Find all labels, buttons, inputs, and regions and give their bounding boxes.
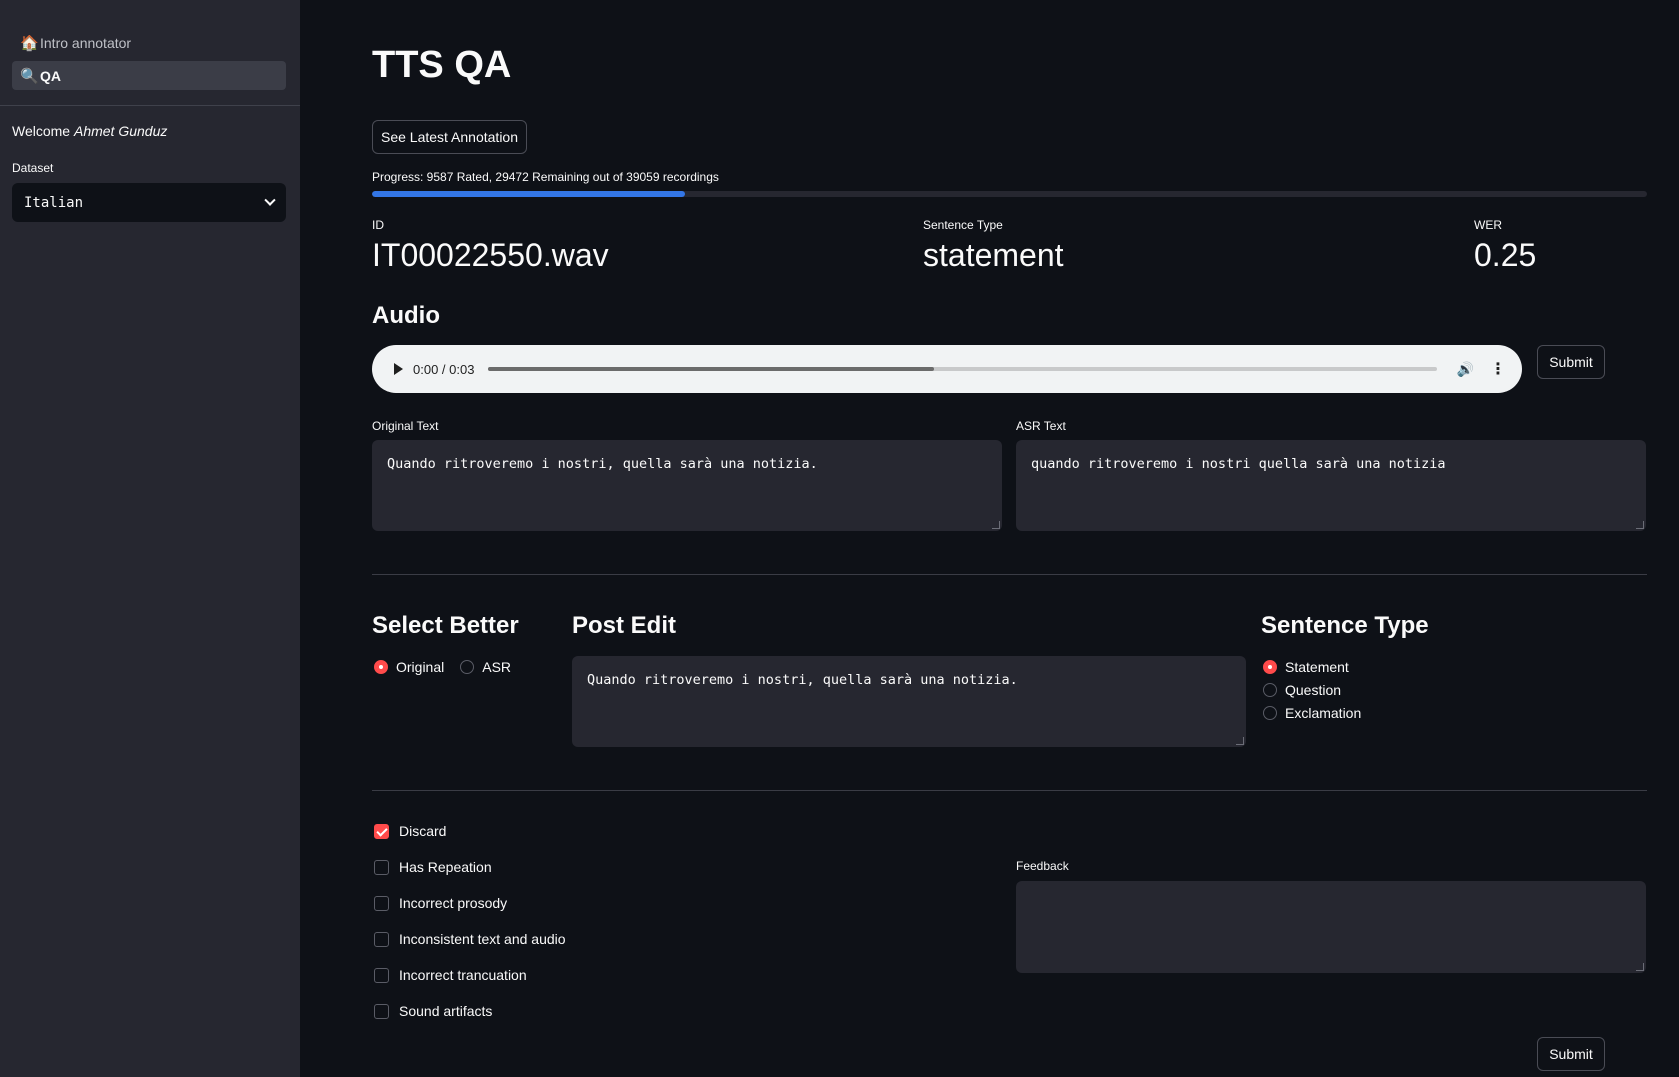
checkbox-has-repeation[interactable]: Has Repeation (374, 859, 492, 875)
radio-label: Question (1285, 682, 1342, 698)
checkbox-incorrect-prosody[interactable]: Incorrect prosody (374, 895, 507, 911)
radio-statement[interactable]: Statement (1263, 659, 1349, 675)
checkbox-indicator (374, 967, 389, 983)
checkbox-indicator (374, 1003, 389, 1019)
radio-indicator (1263, 683, 1277, 697)
play-icon[interactable] (394, 363, 403, 375)
select-better-radio-group: Original ASR (374, 659, 511, 675)
sidebar: 🏠 Intro annotator 🔍 QA Welcome Ahmet Gun… (0, 0, 300, 1077)
post-edit-text-area[interactable]: Quando ritroveremo i nostri, quella sarà… (572, 656, 1246, 747)
checkbox-label: Has Repeation (399, 859, 492, 875)
audio-seek-bar[interactable] (488, 367, 1437, 371)
original-text-label: Original Text (372, 419, 439, 433)
nav-item-label: QA (40, 67, 61, 84)
search-icon: 🔍 (20, 67, 39, 85)
checkbox-label: Inconsistent text and audio (399, 931, 566, 947)
radio-original[interactable]: Original (374, 659, 444, 675)
radio-label: Original (396, 659, 445, 675)
audio-time: 0:00 / 0:03 (413, 361, 475, 377)
id-metric-label: ID (372, 218, 384, 232)
radio-asr[interactable]: ASR (460, 659, 511, 675)
checkbox-inconsistent-text-audio[interactable]: Inconsistent text and audio (374, 931, 566, 947)
original-text-value: Quando ritroveremo i nostri, quella sarà… (387, 456, 818, 472)
select-better-heading: Select Better (372, 612, 519, 639)
resize-handle[interactable] (992, 521, 1000, 529)
radio-label: ASR (482, 659, 512, 675)
checkbox-label: Discard (399, 823, 447, 839)
nav-item-qa[interactable]: 🔍 QA (12, 61, 286, 90)
sidebar-divider (0, 105, 300, 106)
volume-icon[interactable]: 🔊 (1457, 361, 1474, 378)
progress-text: Progress: 9587 Rated, 29472 Remaining ou… (372, 170, 719, 184)
audio-player: 0:00 / 0:03 🔊 ⋮ (372, 345, 1522, 393)
checkbox-label: Incorrect trancuation (399, 967, 527, 983)
post-edit-heading: Post Edit (572, 612, 677, 639)
radio-label: Exclamation (1285, 705, 1362, 721)
divider (372, 790, 1647, 791)
radio-indicator (1263, 660, 1277, 674)
chevron-down-icon (264, 194, 276, 206)
radio-indicator (460, 660, 475, 674)
asr-text-label: ASR Text (1016, 419, 1066, 433)
sentence-type-heading: Sentence Type (1261, 612, 1429, 639)
checkbox-indicator (374, 823, 389, 839)
dataset-value: Italian (24, 194, 84, 211)
user-name: Ahmet Gunduz (73, 123, 168, 139)
checkbox-incorrect-trancuation[interactable]: Incorrect trancuation (374, 967, 527, 983)
see-latest-annotation-button[interactable]: See Latest Annotation (372, 120, 527, 154)
checkbox-label: Sound artifacts (399, 1003, 493, 1019)
radio-label: Statement (1285, 659, 1349, 675)
checkbox-indicator (374, 859, 389, 875)
dataset-label: Dataset (12, 161, 54, 175)
wer-metric-value: 0.25 (1474, 237, 1537, 273)
sentence-type-metric-label: Sentence Type (923, 218, 1003, 232)
more-options-icon[interactable]: ⋮ (1490, 359, 1506, 379)
progress-fill (372, 191, 685, 197)
audio-buffered (488, 367, 935, 371)
page-title: TTS QA (372, 44, 512, 86)
nav-item-label: Intro annotator (40, 34, 132, 51)
submit-button-bottom[interactable]: Submit (1537, 1037, 1605, 1071)
resize-handle[interactable] (1236, 737, 1244, 745)
radio-question[interactable]: Question (1263, 682, 1341, 698)
radio-indicator (374, 660, 388, 674)
checkbox-label: Incorrect prosody (399, 895, 508, 911)
dataset-select[interactable]: Italian (12, 183, 286, 222)
submit-button-top[interactable]: Submit (1537, 345, 1605, 379)
original-text-area[interactable]: Quando ritroveremo i nostri, quella sarà… (372, 440, 1002, 531)
checkbox-indicator (374, 931, 389, 947)
checkbox-discard[interactable]: Discard (374, 823, 446, 839)
divider (372, 574, 1647, 575)
nav-item-intro-annotator[interactable]: 🏠 Intro annotator (12, 28, 286, 57)
id-metric-value: IT00022550.wav (372, 237, 609, 273)
audio-heading: Audio (372, 302, 440, 329)
checkbox-indicator (374, 895, 389, 911)
wer-metric-label: WER (1474, 218, 1502, 232)
welcome-text: Welcome Ahmet Gunduz (12, 123, 167, 139)
post-edit-text-value: Quando ritroveremo i nostri, quella sarà… (587, 672, 1018, 688)
sentence-type-metric-value: statement (923, 237, 1064, 273)
resize-handle[interactable] (1636, 521, 1644, 529)
asr-text-area[interactable]: quando ritroveremo i nostri quella sarà … (1016, 440, 1646, 531)
resize-handle[interactable] (1636, 963, 1644, 971)
welcome-prefix: Welcome (12, 123, 74, 139)
radio-exclamation[interactable]: Exclamation (1263, 705, 1361, 721)
feedback-label: Feedback (1016, 859, 1069, 873)
progress-bar (372, 191, 1647, 197)
feedback-text-area[interactable] (1016, 881, 1646, 973)
house-icon: 🏠 (20, 34, 39, 52)
checkbox-sound-artifacts[interactable]: Sound artifacts (374, 1003, 492, 1019)
asr-text-value: quando ritroveremo i nostri quella sarà … (1031, 456, 1446, 472)
radio-indicator (1263, 706, 1277, 720)
